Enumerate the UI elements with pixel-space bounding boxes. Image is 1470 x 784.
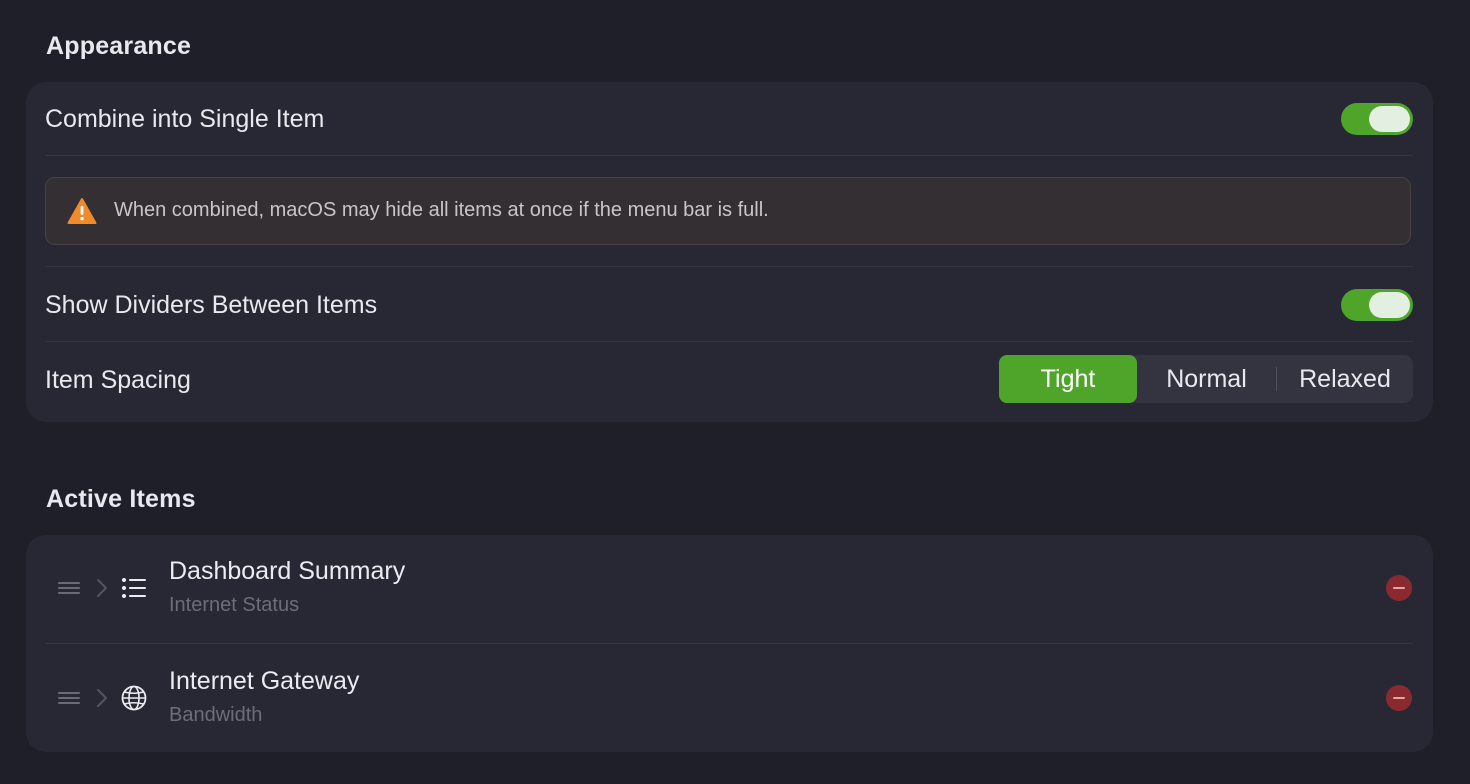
show-dividers-toggle[interactable] bbox=[1341, 289, 1413, 321]
item-spacing-label: Item Spacing bbox=[45, 366, 191, 394]
drag-handle-icon[interactable] bbox=[58, 582, 80, 594]
item-title: Internet Gateway bbox=[169, 667, 360, 695]
divider bbox=[45, 155, 1413, 156]
item-spacing-segmented-control: Tight Normal Relaxed bbox=[999, 355, 1413, 403]
drag-handle-icon[interactable] bbox=[58, 692, 80, 704]
divider bbox=[45, 341, 1413, 342]
list-item[interactable]: Internet Gateway Bandwidth bbox=[26, 645, 1433, 753]
spacing-option-normal[interactable]: Normal bbox=[1137, 355, 1276, 403]
combine-single-item-label: Combine into Single Item bbox=[45, 105, 325, 133]
item-subtitle: Bandwidth bbox=[169, 704, 263, 726]
remove-item-button[interactable] bbox=[1386, 575, 1412, 601]
appearance-section-title: Appearance bbox=[46, 32, 192, 60]
divider bbox=[45, 643, 1413, 644]
divider bbox=[45, 266, 1413, 267]
chevron-right-icon[interactable] bbox=[96, 578, 108, 598]
combine-warning-banner: When combined, macOS may hide all items … bbox=[45, 177, 1411, 245]
show-dividers-label: Show Dividers Between Items bbox=[45, 291, 378, 319]
minus-icon bbox=[1393, 587, 1405, 589]
list-item[interactable]: Dashboard Summary Internet Status bbox=[26, 535, 1433, 643]
active-items-card: Dashboard Summary Internet Status Intern… bbox=[26, 535, 1433, 752]
spacing-option-relaxed[interactable]: Relaxed bbox=[1277, 355, 1413, 403]
list-icon bbox=[122, 578, 146, 598]
item-title: Dashboard Summary bbox=[169, 557, 406, 585]
globe-icon bbox=[121, 685, 147, 711]
chevron-right-icon[interactable] bbox=[96, 688, 108, 708]
remove-item-button[interactable] bbox=[1386, 685, 1412, 711]
warning-text: When combined, macOS may hide all items … bbox=[114, 199, 769, 221]
active-items-section-title: Active Items bbox=[46, 485, 196, 513]
toggle-knob bbox=[1369, 292, 1410, 318]
minus-icon bbox=[1393, 697, 1405, 699]
item-subtitle: Internet Status bbox=[169, 594, 300, 616]
combine-single-item-toggle[interactable] bbox=[1341, 103, 1413, 135]
appearance-card: Combine into Single Item When combined, … bbox=[26, 82, 1433, 422]
toggle-knob bbox=[1369, 106, 1410, 132]
warning-triangle-icon bbox=[67, 198, 97, 224]
spacing-option-tight[interactable]: Tight bbox=[999, 355, 1137, 403]
